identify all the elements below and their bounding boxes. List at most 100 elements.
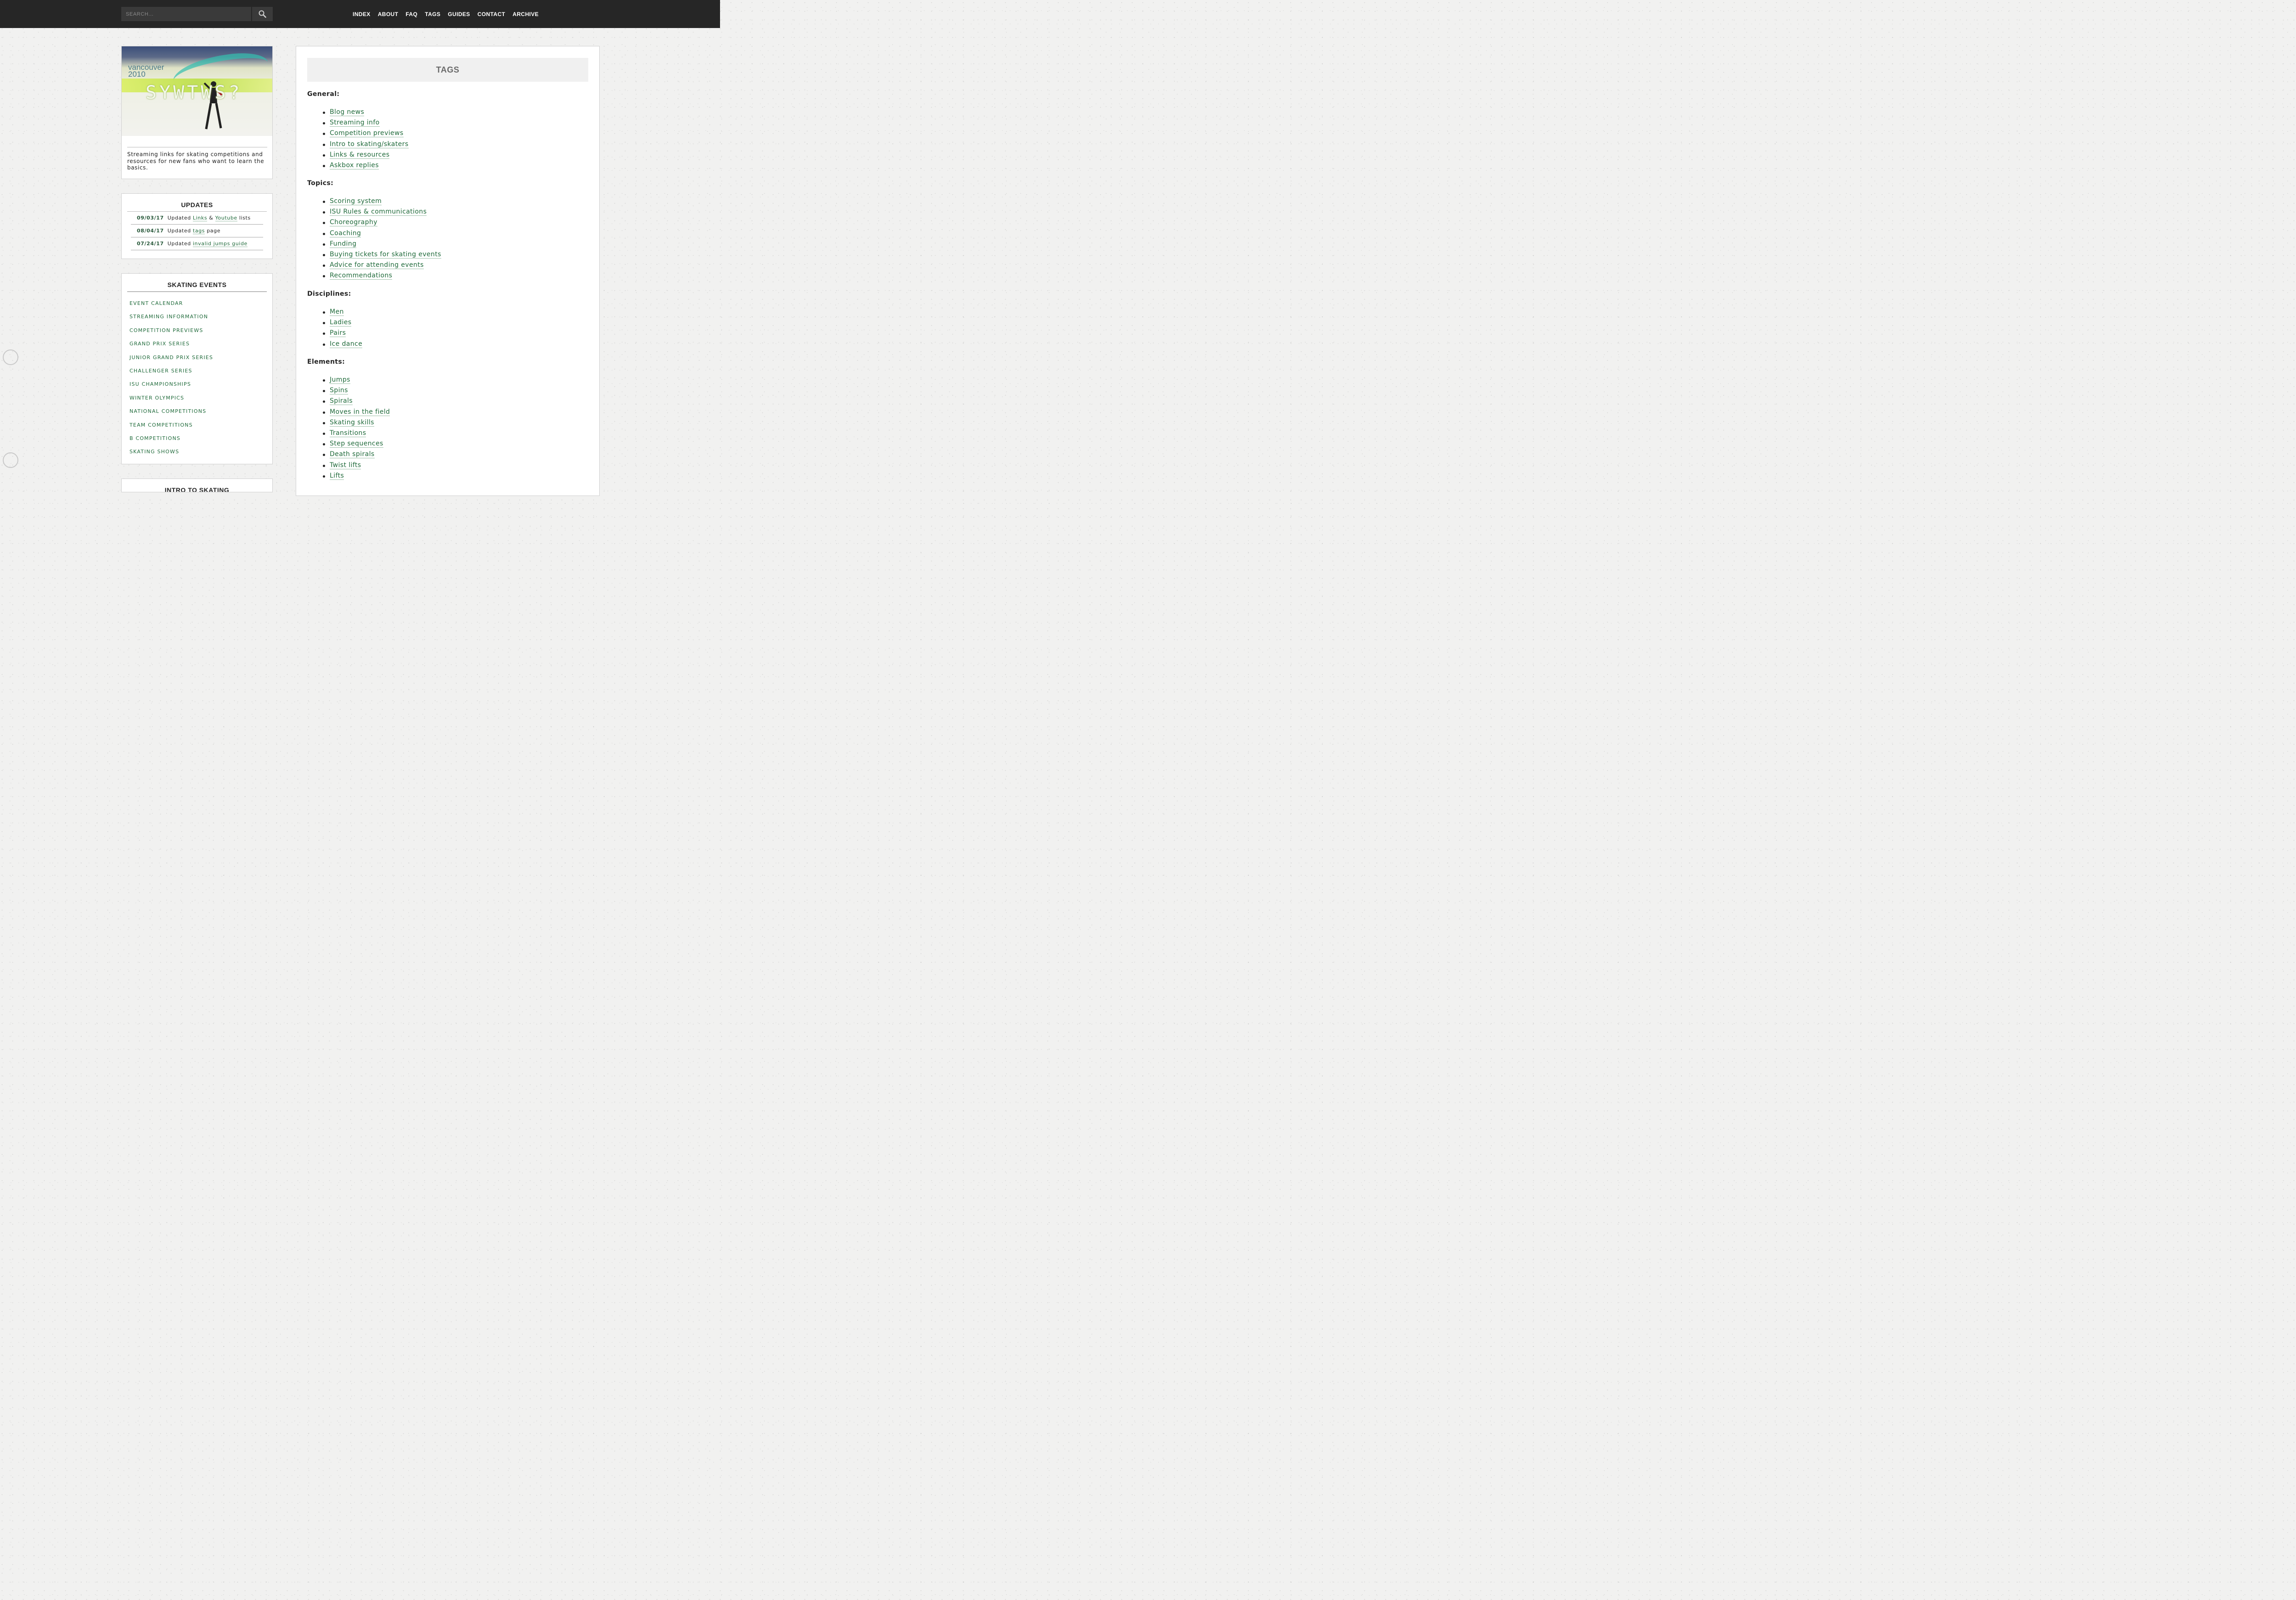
side-float-icon[interactable]	[3, 452, 18, 468]
event-link[interactable]: SKATING SHOWS	[129, 445, 272, 458]
nav-tags[interactable]: TAGS	[425, 11, 440, 17]
tag-link[interactable]: Links & resources	[330, 151, 390, 159]
tag-link[interactable]: ISU Rules & communications	[330, 208, 427, 216]
tag-link[interactable]: Competition previews	[330, 130, 404, 138]
tag-link[interactable]: Spins	[330, 387, 348, 395]
list-item: Step sequences	[322, 439, 390, 449]
tag-link[interactable]: Streaming info	[330, 119, 380, 127]
list-item: Twist lifts	[322, 460, 390, 471]
tag-link[interactable]: Spirals	[330, 397, 353, 406]
event-link[interactable]: NATIONAL COMPETITIONS	[129, 405, 272, 418]
tag-link[interactable]: Askbox replies	[330, 161, 379, 169]
tag-link[interactable]: Transitions	[330, 429, 366, 437]
list-item: Ice dance	[322, 339, 363, 349]
main-nav: INDEX ABOUT FAQ TAGS GUIDES CONTACT ARCH…	[349, 0, 542, 28]
update-date: 07/24/17	[137, 241, 164, 247]
list-item: Recommendations	[323, 270, 441, 281]
list-item: Intro to skating/skaters	[323, 139, 409, 150]
update-text: page	[207, 228, 221, 234]
tag-link[interactable]: Step sequences	[330, 440, 383, 448]
nav-faq[interactable]: FAQ	[405, 11, 417, 17]
list-item: Buying tickets for skating events	[323, 249, 441, 260]
nav-archive[interactable]: ARCHIVE	[512, 11, 539, 17]
tag-link[interactable]: Skating skills	[330, 418, 374, 427]
page-title: TAGS	[307, 58, 588, 82]
list-item: Skating skills	[322, 417, 390, 428]
skating-events-card: SKATING EVENTS EVENT CALENDAR STREAMING …	[121, 273, 273, 464]
event-link[interactable]: GRAND PRIX SERIES	[129, 337, 272, 350]
tag-link[interactable]: Pairs	[330, 329, 346, 338]
update-date: 09/03/17	[137, 215, 164, 221]
nav-index[interactable]: INDEX	[353, 11, 371, 17]
section-heading-topics: Topics:	[307, 180, 334, 187]
update-text: &	[209, 215, 214, 221]
list-item: Jumps	[322, 375, 390, 385]
tag-link[interactable]: Advice for attending events	[330, 261, 424, 270]
nav-about[interactable]: ABOUT	[378, 11, 399, 17]
tag-link[interactable]: Ladies	[330, 319, 352, 327]
event-link[interactable]: COMPETITION PREVIEWS	[129, 324, 272, 337]
blog-description: Streaming links for skating competitions…	[127, 147, 267, 171]
update-row: 09/03/17 Updated Links & Youtube lists	[131, 212, 263, 225]
list-item: Advice for attending events	[323, 260, 441, 270]
list-item: Links & resources	[323, 150, 409, 160]
updates-title: UPDATES	[127, 201, 267, 212]
nav-guides[interactable]: GUIDES	[448, 11, 470, 17]
list-item: ISU Rules & communications	[323, 207, 441, 217]
nav-contact[interactable]: CONTACT	[478, 11, 506, 17]
tag-link[interactable]: Lifts	[330, 472, 344, 480]
list-item: Spins	[322, 385, 390, 396]
tag-link[interactable]: Death spirals	[330, 451, 375, 459]
tag-link[interactable]: Jumps	[330, 376, 350, 384]
list-item: Moves in the field	[322, 407, 390, 417]
tag-link[interactable]: Buying tickets for skating events	[330, 250, 441, 259]
search-input[interactable]	[121, 7, 251, 21]
youtube-link[interactable]: Youtube	[215, 215, 237, 221]
list-item: Pairs	[322, 328, 362, 338]
event-link[interactable]: CHALLENGER SERIES	[129, 364, 272, 377]
event-link[interactable]: STREAMING INFORMATION	[129, 310, 272, 323]
links-link[interactable]: Links	[192, 215, 208, 221]
tag-link[interactable]: Scoring system	[330, 197, 382, 205]
update-text: Updated	[167, 228, 191, 234]
tags-link[interactable]: tags	[192, 228, 205, 234]
tag-link[interactable]: Coaching	[330, 229, 361, 237]
update-date: 08/04/17	[137, 228, 164, 234]
list-item: Scoring system	[323, 196, 441, 207]
tag-link[interactable]: Men	[330, 308, 344, 316]
section-heading-disciplines: Disciplines:	[307, 290, 351, 298]
disciplines-tag-list: Men Ladies Pairs Ice dance	[307, 307, 363, 349]
main-content: TAGS General: Blog news Streaming info C…	[296, 46, 600, 496]
tag-link[interactable]: Funding	[330, 240, 357, 248]
list-item: Ladies	[322, 317, 362, 328]
tag-link[interactable]: Intro to skating/skaters	[330, 140, 409, 148]
list-item: Blog news	[323, 107, 409, 118]
tag-link[interactable]: Recommendations	[330, 272, 393, 280]
event-link[interactable]: JUNIOR GRAND PRIX SERIES	[129, 351, 272, 364]
list-item: Transitions	[322, 428, 390, 439]
header-overlay-title: SYWTWS?	[146, 82, 242, 103]
update-text: Updated	[167, 215, 191, 221]
intro-to-skating-card: INTRO TO SKATING	[121, 479, 273, 492]
update-row: 08/04/17 Updated tags page	[131, 225, 263, 237]
updates-card: UPDATES 09/03/17 Updated Links & Youtube…	[121, 193, 273, 259]
header-image: vancouver 2010 SYWTWS?	[122, 46, 272, 136]
tag-link[interactable]: Ice dance	[330, 340, 363, 348]
update-text: Updated	[167, 241, 191, 247]
event-link[interactable]: B COMPETITIONS	[129, 432, 272, 445]
side-float-icon[interactable]	[3, 349, 18, 365]
intro-to-skating-title: INTRO TO SKATING	[164, 486, 230, 492]
list-item: Funding	[323, 239, 441, 249]
search-icon	[259, 10, 266, 18]
tag-link[interactable]: Choreography	[330, 219, 377, 227]
search-button[interactable]	[252, 7, 273, 21]
event-link[interactable]: WINTER OLYMPICS	[129, 391, 272, 405]
event-link[interactable]: ISU CHAMPIONSHIPS	[129, 377, 272, 391]
tag-link[interactable]: Blog news	[330, 108, 365, 116]
tag-link[interactable]: Moves in the field	[330, 408, 390, 416]
event-link[interactable]: EVENT CALENDAR	[129, 297, 272, 310]
list-item: Lifts	[322, 471, 390, 481]
invalid-jumps-guide-link[interactable]: invalid jumps guide	[192, 241, 248, 247]
tag-link[interactable]: Twist lifts	[330, 461, 361, 469]
event-link[interactable]: TEAM COMPETITIONS	[129, 418, 272, 432]
